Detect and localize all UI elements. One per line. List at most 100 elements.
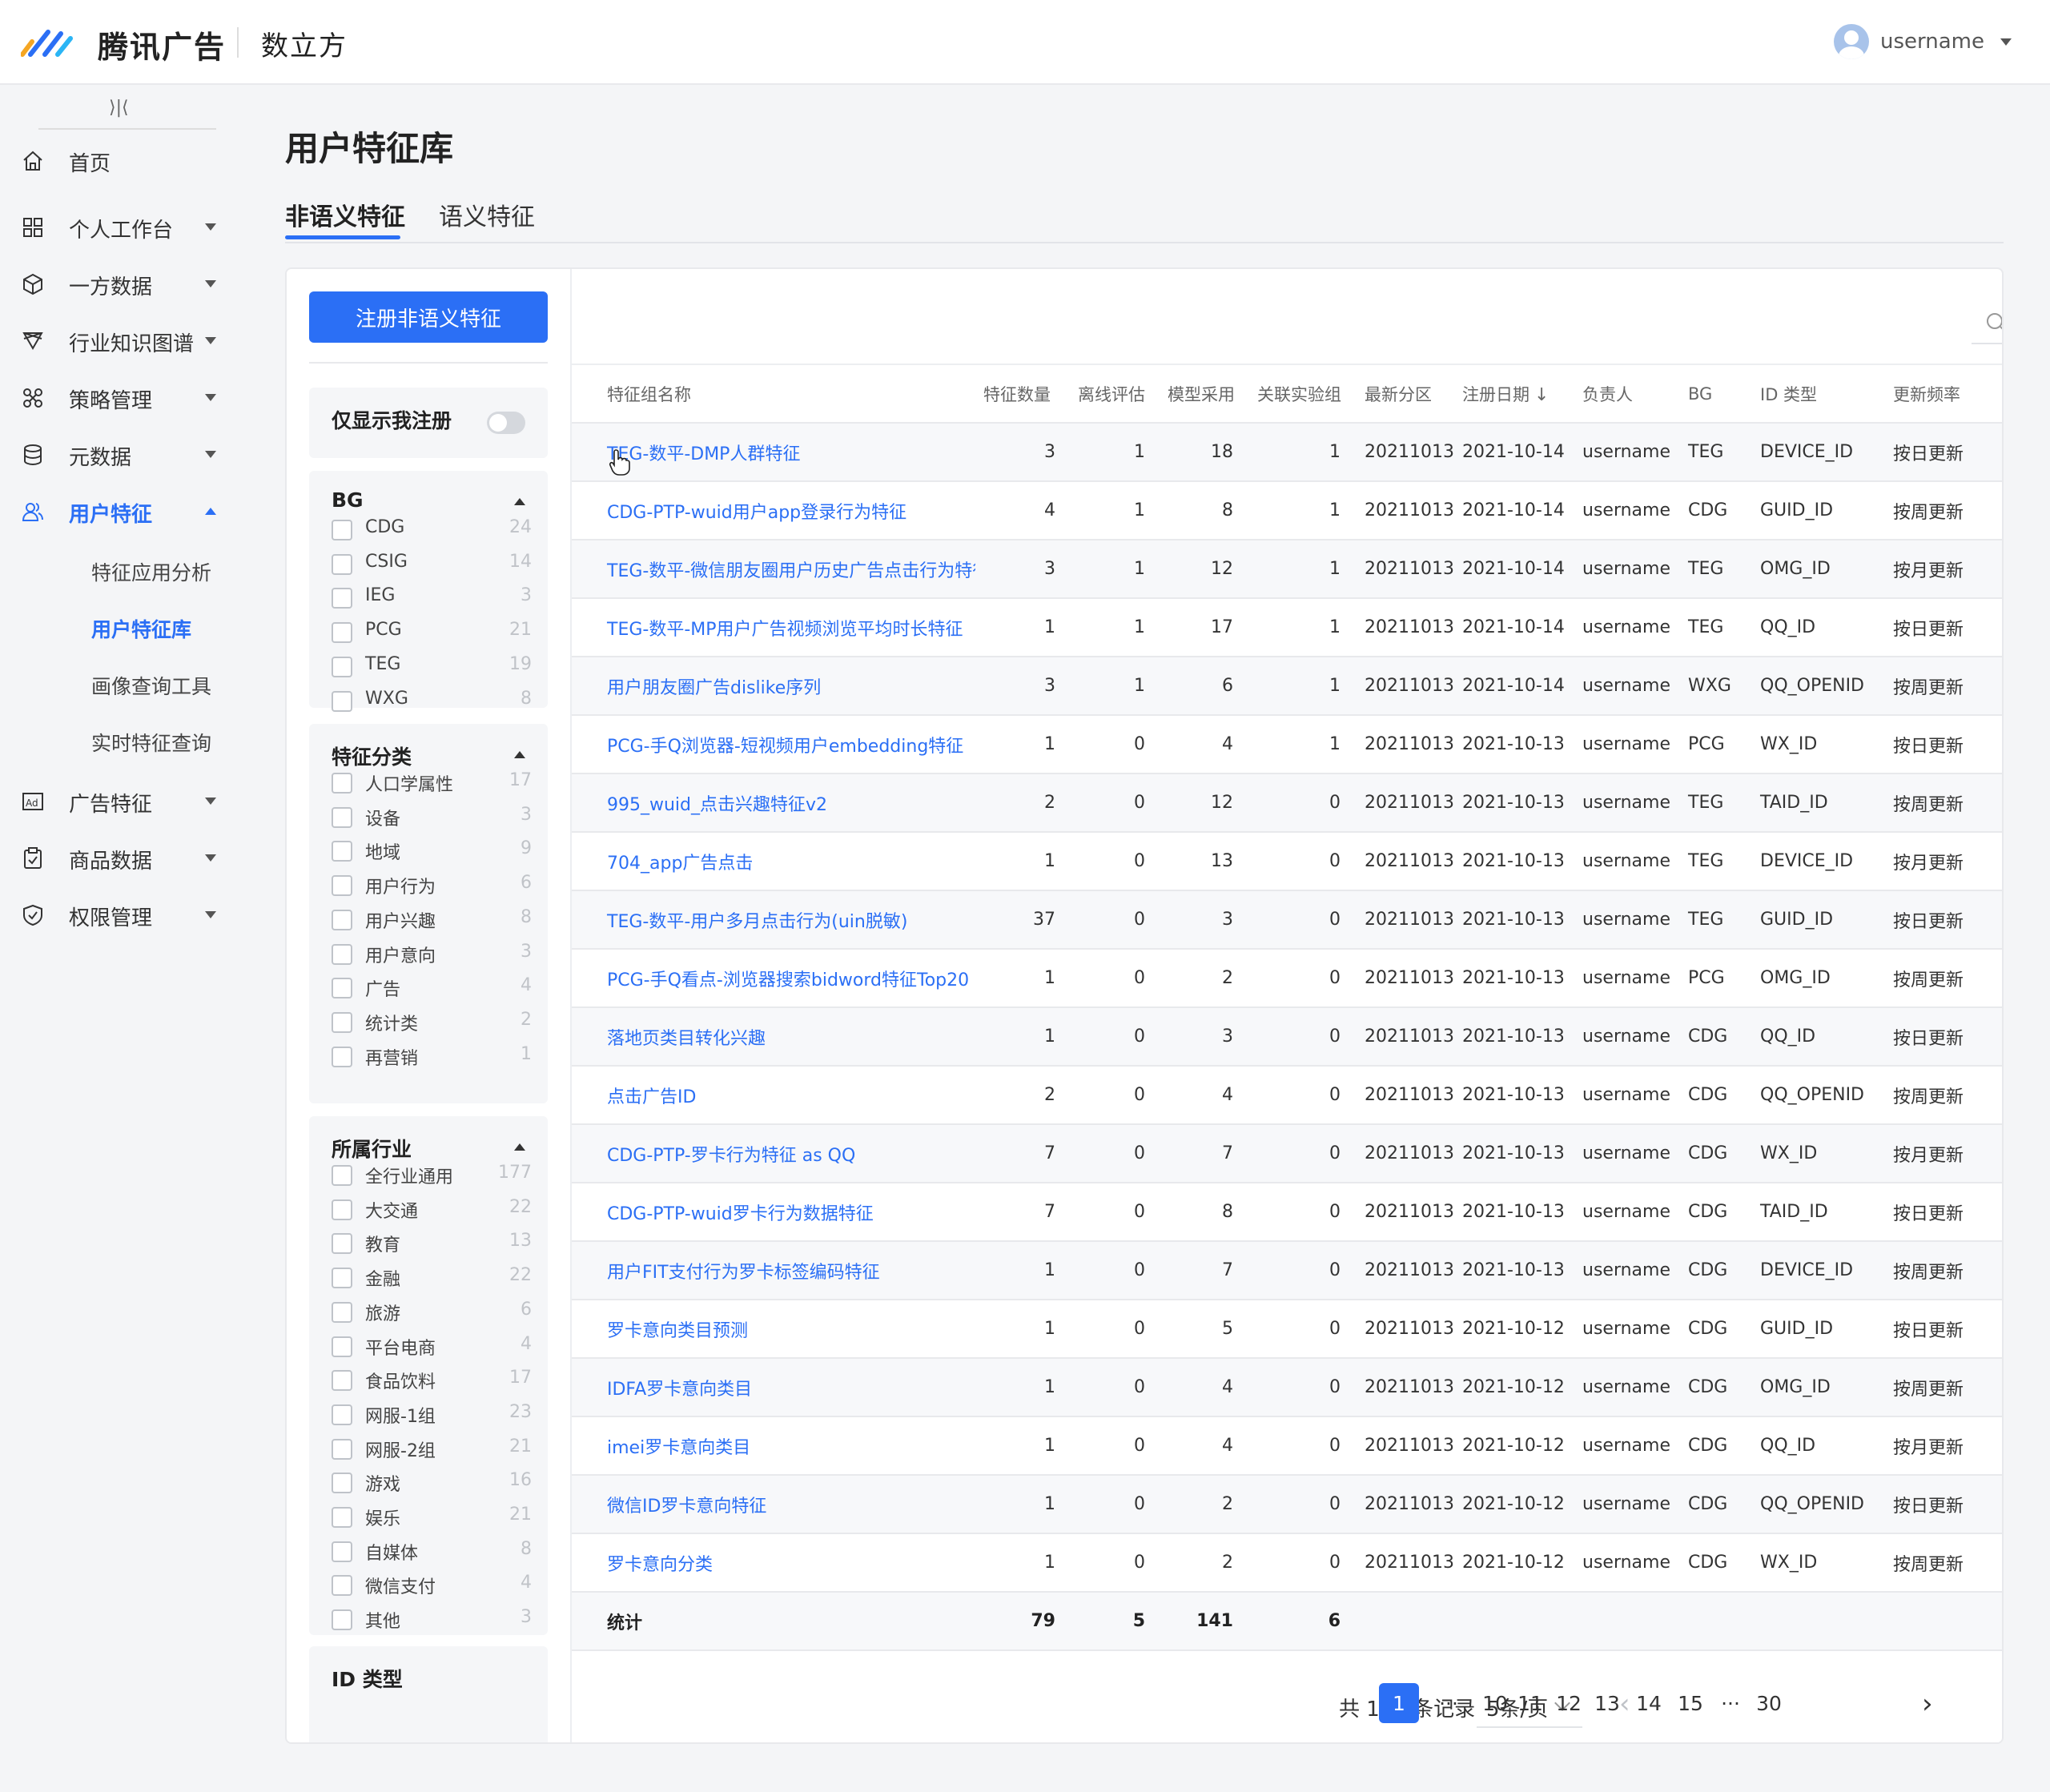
checkbox[interactable] <box>332 1404 352 1425</box>
feature-group-name-cell[interactable]: PCG-手Q看点-浏览器搜索bidword特征Top20 <box>572 949 975 1008</box>
feature-group-link[interactable]: 点击广告ID <box>607 1087 696 1107</box>
page-number-button[interactable]: 30 <box>1749 1683 1789 1723</box>
checkbox[interactable] <box>332 1199 352 1220</box>
sidebar-subitem-profile-query[interactable]: 画像查询工具 <box>91 671 211 700</box>
table-row[interactable]: 用户FIT支付行为罗卡标签编码特征 1 0 7 0 20211013 2021-10-13 u… <box>572 1241 2002 1300</box>
filter-option[interactable]: 微信支付 4 <box>332 1571 532 1598</box>
page-ellipsis[interactable]: ··· <box>1710 1683 1751 1723</box>
sidebar-item-knowledge-graph[interactable]: 行业知识图谱 <box>0 318 237 363</box>
feature-group-name-cell[interactable]: PCG-手Q浏览器-短视频用户embedding特征 <box>572 715 975 774</box>
chevron-down-icon[interactable] <box>2000 38 2012 46</box>
feature-group-name-cell[interactable]: CDG-PTP-罗卡行为特征 as QQ <box>572 1124 975 1183</box>
checkbox[interactable] <box>332 875 352 897</box>
feature-group-link[interactable]: IDFA罗卡意向类目 <box>607 1380 752 1400</box>
table-row[interactable]: imei罗卡意向类目 1 0 4 0 20211013 2021-10-12 username… <box>572 1416 2002 1476</box>
filter-option[interactable]: 食品饮料 17 <box>332 1366 532 1393</box>
feature-group-name-cell[interactable]: TEG-数平-用户多月点击行为(uin脱敏) <box>572 890 975 950</box>
register-feature-button[interactable]: 注册非语义特征 <box>309 291 548 343</box>
feature-group-link[interactable]: PCG-手Q看点-浏览器搜索bidword特征Top20 <box>607 970 969 990</box>
filter-option[interactable]: 大交通 22 <box>332 1195 532 1223</box>
feature-group-name-cell[interactable]: 704_app广告点击 <box>572 832 975 891</box>
page-number-button[interactable]: 12 <box>1549 1683 1589 1723</box>
user-name[interactable]: username <box>1880 30 1984 54</box>
collapse-sidebar-icon[interactable]: ⟩|⟨ <box>109 98 129 118</box>
feature-group-name-cell[interactable]: TEG-数平-微信朋友圈用户历史广告点击行为特征 <box>572 540 975 599</box>
feature-group-link[interactable]: 落地页类目转化兴趣 <box>607 1029 766 1049</box>
sidebar-subitem-realtime-query[interactable]: 实时特征查询 <box>91 728 211 757</box>
sidebar-subitem-feature-library[interactable]: 用户特征库 <box>91 614 191 643</box>
tab-semantic[interactable]: 语义特征 <box>439 197 535 243</box>
feature-group-link[interactable]: 用户朋友圈广告dislike序列 <box>607 678 821 698</box>
table-row[interactable]: CDG-PTP-罗卡行为特征 as QQ 7 0 7 0 20211013 2021-10-… <box>572 1124 2002 1183</box>
checkbox[interactable] <box>332 1575 352 1597</box>
tencent-ads-logo-icon[interactable] <box>21 27 75 58</box>
feature-group-name-cell[interactable]: imei罗卡意向类目 <box>572 1416 975 1476</box>
checkbox[interactable] <box>332 806 352 828</box>
table-row[interactable]: 点击广告ID 2 0 4 0 20211013 2021-10-13 username CDG Q… <box>572 1066 2002 1125</box>
chevron-up-icon[interactable] <box>514 498 525 505</box>
user-menu[interactable]: username <box>1834 24 2012 59</box>
checkbox[interactable] <box>332 1268 352 1289</box>
checkbox[interactable] <box>332 978 352 999</box>
filter-option[interactable]: 全行业通用 177 <box>332 1161 532 1188</box>
table-row[interactable]: CDG-PTP-wuid罗卡行为数据特征 7 0 8 0 20211013 2021-10-… <box>572 1183 2002 1242</box>
feature-group-name-cell[interactable]: 用户朋友圈广告dislike序列 <box>572 657 975 716</box>
feature-group-link[interactable]: PCG-手Q浏览器-短视频用户embedding特征 <box>607 737 963 757</box>
filter-option[interactable]: 平台电商 4 <box>332 1332 532 1360</box>
filter-option[interactable]: TEG 19 <box>332 653 532 680</box>
avatar[interactable] <box>1834 24 1869 59</box>
table-row[interactable]: 704_app广告点击 1 0 13 0 20211013 2021-10-13 userna… <box>572 832 2002 891</box>
checkbox[interactable] <box>332 690 352 712</box>
table-row[interactable]: PCG-手Q浏览器-短视频用户embedding特征 1 0 4 1 20211013 20… <box>572 715 2002 774</box>
page-number-button[interactable]: 11 <box>1510 1683 1550 1723</box>
checkbox[interactable] <box>332 1011 352 1033</box>
feature-group-name-cell[interactable]: 995_wuid_点击兴趣特征v2 <box>572 773 975 833</box>
checkbox[interactable] <box>332 1507 352 1528</box>
filter-option[interactable]: 其他 3 <box>332 1605 532 1633</box>
feature-group-link[interactable]: TEG-数平-MP用户广告视频浏览平均时长特征 <box>607 620 963 640</box>
table-row[interactable]: CDG-PTP-wuid用户app登录行为特征 4 1 8 1 20211013 2021-… <box>572 481 2002 540</box>
filter-option[interactable]: 再营销 1 <box>332 1043 532 1070</box>
feature-group-name-cell[interactable]: 落地页类目转化兴趣 <box>572 1007 975 1067</box>
feature-group-name-cell[interactable]: IDFA罗卡意向类目 <box>572 1358 975 1417</box>
sidebar-item-strategy[interactable]: 策略管理 <box>0 375 237 420</box>
col-header-register-date[interactable]: 注册日期 ↓ <box>1454 365 1574 424</box>
feature-group-name-cell[interactable]: 罗卡意向分类 <box>572 1533 975 1593</box>
feature-group-link[interactable]: imei罗卡意向类目 <box>607 1438 750 1458</box>
filter-option[interactable]: 娱乐 21 <box>332 1503 532 1530</box>
table-row[interactable]: TEG-数平-微信朋友圈用户历史广告点击行为特征 3 1 12 1 20211013 202… <box>572 540 2002 599</box>
table-row[interactable]: 罗卡意向类目预测 1 0 5 0 20211013 2021-10-12 username CD… <box>572 1300 2002 1359</box>
checkbox[interactable] <box>332 909 352 930</box>
table-row[interactable]: TEG-数平-MP用户广告视频浏览平均时长特征 1 1 17 1 20211013 2021… <box>572 598 2002 657</box>
checkbox[interactable] <box>332 1301 352 1323</box>
feature-group-name-cell[interactable]: 点击广告ID <box>572 1066 975 1125</box>
filter-option[interactable]: 旅游 6 <box>332 1298 532 1325</box>
checkbox[interactable] <box>332 553 352 575</box>
page-number-button[interactable]: 1 <box>1379 1683 1419 1723</box>
checkbox[interactable] <box>332 1438 352 1460</box>
filter-option[interactable]: 网服-2组 21 <box>332 1435 532 1462</box>
feature-group-link[interactable]: 用户FIT支付行为罗卡标签编码特征 <box>607 1263 880 1283</box>
checkbox[interactable] <box>332 1233 352 1255</box>
feature-group-link[interactable]: 罗卡意向分类 <box>607 1555 713 1575</box>
table-row[interactable]: TEG-数平-用户多月点击行为(uin脱敏) 37 0 3 0 20211013 2021-… <box>572 890 2002 950</box>
sidebar-item-home[interactable]: 首页 <box>0 138 237 183</box>
feature-group-link[interactable]: 704_app广告点击 <box>607 854 753 874</box>
table-row[interactable]: 罗卡意向分类 1 0 2 0 20211013 2021-10-12 username CDG W… <box>572 1533 2002 1593</box>
checkbox[interactable] <box>332 1165 352 1186</box>
feature-group-name-cell[interactable]: TEG-数平-DMP人群特征 <box>572 423 975 482</box>
checkbox[interactable] <box>332 943 352 965</box>
filter-option[interactable]: 自媒体 8 <box>332 1537 532 1565</box>
feature-group-name-cell[interactable]: 微信ID罗卡意向特征 <box>572 1475 975 1534</box>
feature-group-link[interactable]: CDG-PTP-wuid罗卡行为数据特征 <box>607 1204 874 1224</box>
filter-option[interactable]: 网服-1组 23 <box>332 1400 532 1428</box>
checkbox[interactable] <box>332 1370 352 1392</box>
table-row[interactable]: IDFA罗卡意向类目 1 0 4 0 20211013 2021-10-12 username… <box>572 1358 2002 1417</box>
feature-group-link[interactable]: TEG-数平-DMP人群特征 <box>607 444 800 464</box>
page-number-button[interactable]: 13 <box>1587 1683 1627 1723</box>
checkbox[interactable] <box>332 588 352 609</box>
table-row[interactable]: TEG-数平-DMP人群特征 3 1 18 1 20211013 2021-10-14 use… <box>572 423 2002 482</box>
sidebar-item-product-data[interactable]: 商品数据 <box>0 835 237 880</box>
filter-option[interactable]: 统计类 2 <box>332 1008 532 1035</box>
filter-option[interactable]: 用户意向 3 <box>332 940 532 967</box>
